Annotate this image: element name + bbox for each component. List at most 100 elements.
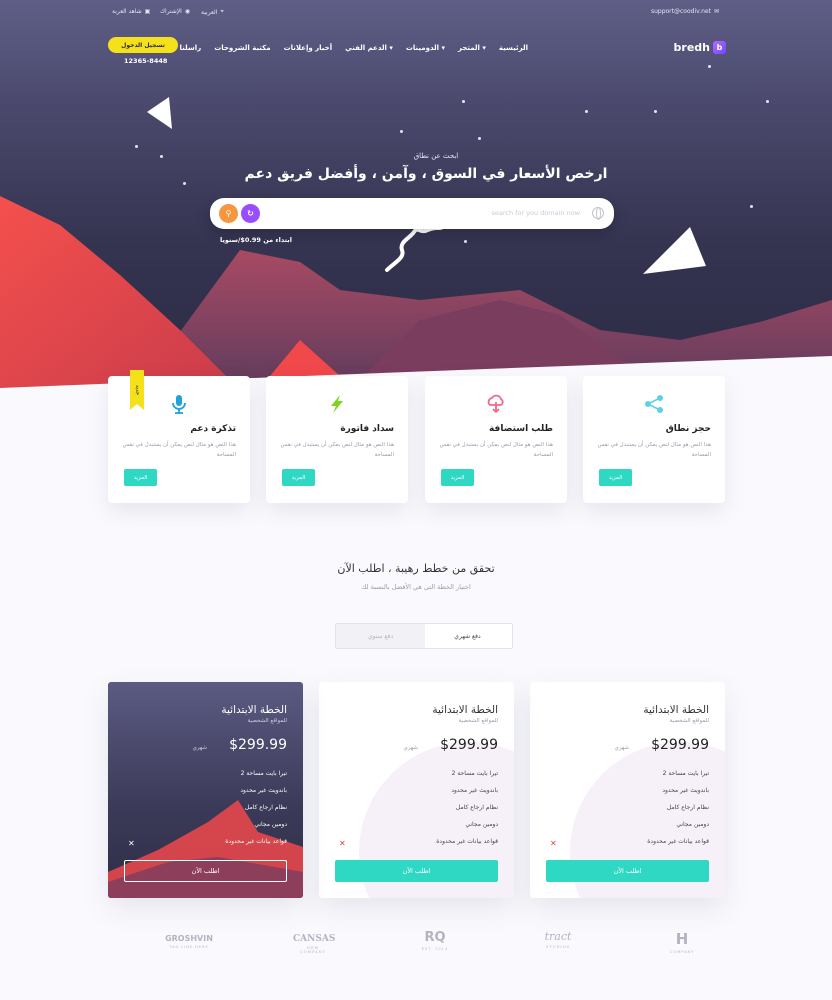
nav-item-store-label: المتجر xyxy=(457,44,480,52)
subscribe-link[interactable]: الإشتراك ◉ xyxy=(160,8,190,15)
more-button[interactable]: المزيد xyxy=(282,469,315,486)
cart-icon: ▣ xyxy=(144,8,151,15)
star xyxy=(464,240,467,243)
feature-card-hosting: طلب استضافة هذا النص هو مثال لنص يمكن أن… xyxy=(425,376,567,503)
plan-feature: دومين مجاني xyxy=(676,821,709,828)
cloud-download-icon xyxy=(484,392,508,416)
feature-card-invoice: سداد فاتورة هذا النص هو مثال لنص يمكن أن… xyxy=(266,376,408,503)
support-email[interactable]: support@coodiv.net ✉ xyxy=(651,8,719,15)
nav-item-support-label: الدعم الفني xyxy=(345,44,387,52)
plan-feature: 2 تيرا بايت مساحة xyxy=(451,770,498,777)
plan-feature: قواعد بيانات غير محدودة xyxy=(225,838,287,845)
feature-title: طلب استضافة xyxy=(488,424,553,434)
chevron-down-icon: ▾ xyxy=(482,44,486,52)
new-ribbon: جديد xyxy=(130,370,144,410)
brand-logo-tract: tract STUDIOS xyxy=(534,930,582,949)
toggle-yearly[interactable]: دفع سنوي xyxy=(336,624,425,648)
feature-title: تذكرة دعم xyxy=(190,424,236,434)
brand-name: RQ xyxy=(424,930,446,945)
chevron-down-icon: ▾ xyxy=(441,44,445,52)
feature-text: هذا النص هو مثال لنص يمكن أن يستبدل في ن… xyxy=(280,442,394,458)
microphone-icon xyxy=(167,392,191,416)
star xyxy=(585,110,588,113)
plans-heading: تحقق من خطط رهيبة ، اطلب الآن xyxy=(337,562,495,575)
plan-feature: دومين مجاني xyxy=(254,821,287,828)
search-button[interactable]: ⚲ xyxy=(219,204,238,223)
plan-card: الخطة الابتدائية للمواقع الشخصية $299.99… xyxy=(530,682,725,898)
logo-mark-icon: b xyxy=(713,41,726,54)
nav-item-support[interactable]: الدعم الفني ▾ xyxy=(345,44,393,52)
domain-search-bar: search for you domain now ⚲ ↻ xyxy=(210,198,614,229)
subscribe-label: الإشتراك xyxy=(160,8,182,15)
nav-item-tutorials[interactable]: مكتبة الشروحات xyxy=(214,44,270,52)
cart-label: شاهد العربة xyxy=(112,8,142,15)
share-icon xyxy=(642,392,666,416)
order-now-button[interactable]: اطلب الآن xyxy=(335,860,498,882)
logo-text: bredh xyxy=(673,41,710,54)
language-switch[interactable]: العربية ⌖ xyxy=(201,8,224,16)
client-logos: GROSHVIN TAG LINE HERE CANSAS NEW COMPAN… xyxy=(0,930,832,960)
brand-name: CANSAS xyxy=(293,934,336,944)
login-button[interactable]: تسجيل الدخول xyxy=(108,37,178,53)
brand-name: GROSHVIN xyxy=(165,934,213,943)
plan-features: 2 تيرا بايت مساحة باندويث غير محدود نظام… xyxy=(225,770,287,855)
star xyxy=(462,100,465,103)
plan-period: شهري xyxy=(192,745,207,751)
plans-subheading: اختيار الخطة التى هي الأفضل بالنسبة لك xyxy=(361,583,471,591)
plan-period: شهري xyxy=(403,745,418,751)
plan-price: $299.99 xyxy=(229,737,287,753)
feature-card-domain: حجز نطاق هذا النص هو مثال لنص يمكن أن يس… xyxy=(583,376,725,503)
plan-features: 2 تيرا بايت مساحة باندويث غير محدود نظام… xyxy=(647,770,709,855)
plan-feature: باندويث غير محدود xyxy=(662,787,709,794)
star xyxy=(766,100,769,103)
plan-title: الخطة الابتدائية xyxy=(432,704,498,716)
star xyxy=(750,205,753,208)
plan-feature: 2 تيرا بايت مساحة xyxy=(240,770,287,777)
close-icon: ✕ xyxy=(550,839,557,848)
feature-text: هذا النص هو مثال لنص يمكن أن يستبدل في ن… xyxy=(597,442,711,458)
star xyxy=(183,182,186,185)
star xyxy=(478,137,481,140)
star xyxy=(135,145,138,148)
hero-subtitle: ابحث عن نطاق xyxy=(413,152,459,160)
brand-logo-rq: RQ EST. 2014 xyxy=(418,930,452,951)
logo[interactable]: bredh b xyxy=(674,41,726,54)
brand-tagline: TAG LINE HERE xyxy=(169,945,209,949)
plan-feature: باندويث غير محدود xyxy=(451,787,498,794)
toggle-monthly[interactable]: دفع شهري xyxy=(423,624,512,648)
more-button[interactable]: المزيد xyxy=(124,469,157,486)
more-button[interactable]: المزيد xyxy=(599,469,632,486)
brand-logo-h: H COMPANY xyxy=(670,930,694,954)
brand-tagline: STUDIOS xyxy=(545,945,571,949)
brand-name: H xyxy=(675,930,689,948)
plan-feature: باندويث غير محدود xyxy=(240,787,287,794)
brand-tagline: COMPANY xyxy=(670,950,695,954)
nav-item-home[interactable]: الرئيسية xyxy=(499,44,528,52)
plan-subtitle: للمواقع الشخصية xyxy=(669,718,709,724)
more-button[interactable]: المزيد xyxy=(441,469,474,486)
reset-button[interactable]: ↻ xyxy=(241,204,260,223)
nav-item-domains-label: الدومينات xyxy=(405,44,440,52)
nav-item-store[interactable]: المتجر ▾ xyxy=(458,44,486,52)
close-icon: ✕ xyxy=(128,839,135,848)
refresh-icon: ↻ xyxy=(247,209,254,218)
support-email-text: support@coodiv.net xyxy=(650,8,711,15)
nav-item-domains[interactable]: الدومينات ▾ xyxy=(406,44,445,52)
nav-item-contact[interactable]: راسلنا xyxy=(180,44,202,52)
star xyxy=(654,110,657,113)
star xyxy=(400,130,403,133)
hero-section: support@coodiv.net ✉ العربية ⌖ الإشتراك … xyxy=(0,0,832,400)
search-input[interactable]: search for you domain now xyxy=(492,209,581,217)
feature-text: هذا النص هو مثال لنص يمكن أن يستبدل في ن… xyxy=(439,442,553,458)
feature-text: هذا النص هو مثال لنص يمكن أن يستبدل في ن… xyxy=(122,442,236,458)
plan-card: الخطة الابتدائية للمواقع الشخصية $299.99… xyxy=(319,682,514,898)
plan-price: $299.99 xyxy=(440,737,498,753)
chevron-down-icon: ▾ xyxy=(389,44,393,52)
nav-item-news[interactable]: أخبار وإعلانات xyxy=(284,44,333,52)
order-now-button[interactable]: اطلب الآن xyxy=(124,860,287,882)
cart-link[interactable]: شاهد العربة ▣ xyxy=(112,8,150,15)
order-now-button[interactable]: اطلب الآن xyxy=(546,860,709,882)
language-label: العربية xyxy=(201,8,218,16)
plan-feature: نظام ارجاع كامل xyxy=(666,804,709,811)
brand-tagline: EST. 2014 xyxy=(421,947,449,951)
